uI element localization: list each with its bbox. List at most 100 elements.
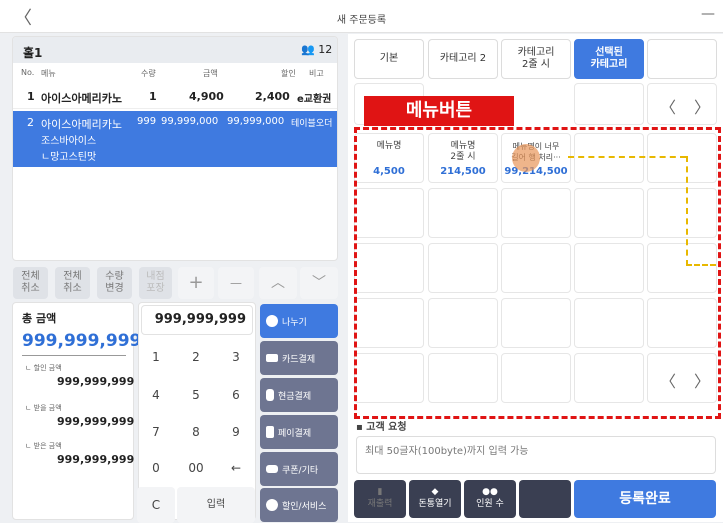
people-count-button[interactable]: ●● 인원 수	[464, 480, 516, 518]
order-list: 홀1 👥 12 No. 메뉴 수량 금액 할인 비고 1 아이스아메리카노 1 …	[12, 36, 338, 261]
menu-button[interactable]	[574, 298, 644, 348]
window-title: 새 주문등록	[336, 15, 387, 26]
menu-button[interactable]	[354, 353, 424, 403]
menu-button[interactable]: 메뉴명 2줄 시 214,500	[428, 133, 498, 183]
split-label: 나누기	[282, 317, 307, 328]
people-count-value: 12	[318, 43, 333, 56]
key-8[interactable]: 8	[177, 414, 215, 450]
key-00[interactable]: 00	[177, 450, 215, 486]
receivable-label: ㄴ 받을 금액	[25, 404, 62, 412]
menu-button[interactable]: 메뉴명이 너무 길어 행 처리··· 99,214,500	[501, 133, 571, 183]
request-input[interactable]: 최대 50글자(100byte)까지 입력 가능	[356, 436, 716, 474]
menu-button[interactable]	[354, 188, 424, 238]
menu-button[interactable]	[428, 298, 498, 348]
scroll-up-button[interactable]: ︿	[259, 267, 297, 299]
title-bar: 〈 새 주문등록 —	[0, 0, 723, 33]
discount-service-button[interactable]: 할인/서비스	[260, 488, 338, 522]
menu-button[interactable]	[574, 133, 644, 183]
register-complete-button[interactable]: 등록완료	[574, 480, 716, 518]
minimize-icon[interactable]: —	[701, 6, 715, 22]
backspace-icon[interactable]: ←	[217, 450, 255, 486]
discount-amount: 999,999,999	[57, 375, 135, 388]
menu-button[interactable]	[647, 188, 717, 238]
table-row[interactable]: 1 아이스아메리카노 1 4,900 2,400 e교환권	[13, 85, 337, 109]
amount-input[interactable]: 999,999,999	[141, 305, 253, 335]
key-4[interactable]: 4	[137, 377, 175, 413]
received-amount: 999,999,999	[57, 453, 135, 466]
col-note: 비고	[309, 69, 324, 78]
row-menu: 아이스아메리카노	[41, 118, 122, 131]
clear-button[interactable]: C	[137, 487, 175, 523]
menu-button[interactable]	[354, 298, 424, 348]
people-label: 인원 수	[476, 499, 504, 509]
plus-button[interactable]: +	[178, 267, 214, 299]
menu-button[interactable]	[647, 298, 717, 348]
tab-selected[interactable]: 선택된 카테고리	[574, 39, 644, 79]
menu-button[interactable]	[574, 353, 644, 403]
key-6[interactable]: 6	[217, 377, 255, 413]
table-name: 홀1	[23, 46, 43, 60]
minus-button[interactable]: —	[218, 267, 254, 299]
coupon-button[interactable]: 쿠폰/기타	[260, 452, 338, 486]
col-no: No.	[21, 68, 35, 77]
people-count: 👥 12	[301, 43, 332, 56]
tab-empty[interactable]	[647, 39, 717, 79]
tab-category-2-line[interactable]: 카테고리 2줄 시	[501, 39, 571, 79]
tab-basic[interactable]: 기본	[354, 39, 424, 79]
discount-label: ㄴ 할인 금액	[25, 364, 62, 372]
takeout-button[interactable]: 내점 포장	[139, 267, 172, 299]
menu-button[interactable]	[501, 188, 571, 238]
key-0[interactable]: 0	[137, 450, 175, 486]
people-icon: 👥	[301, 43, 315, 56]
menu-button[interactable]	[501, 243, 571, 293]
menu-button[interactable]	[354, 243, 424, 293]
open-drawer-button[interactable]: ◆ 돈통열기	[409, 480, 461, 518]
empty-bottom-button[interactable]	[519, 480, 571, 518]
key-2[interactable]: 2	[177, 339, 215, 375]
card-label: 카드결제	[282, 354, 316, 365]
key-7[interactable]: 7	[137, 414, 175, 450]
menu-button[interactable]	[574, 243, 644, 293]
menu-button[interactable]: 메뉴명 4,500	[354, 133, 424, 183]
category-cell[interactable]	[574, 83, 644, 125]
prev-page-icon[interactable]: 〈	[660, 94, 676, 118]
next-page-icon[interactable]: 〉	[694, 368, 710, 392]
row-discount: 2,400	[255, 90, 290, 103]
prev-page-icon[interactable]: 〈	[660, 368, 676, 392]
chat-icon: ▪	[356, 422, 367, 433]
pie-icon	[266, 315, 278, 327]
menu-button[interactable]	[501, 353, 571, 403]
pay-payment-button[interactable]: 페이결제	[260, 415, 338, 449]
menu-button[interactable]	[428, 188, 498, 238]
col-discount: 할인	[281, 69, 296, 78]
menu-button[interactable]	[501, 298, 571, 348]
key-3[interactable]: 3	[217, 339, 255, 375]
total-label: 총 금액	[22, 312, 57, 325]
enter-button[interactable]: 입력	[177, 487, 255, 523]
cancel-all-button-2[interactable]: 전체 취소	[55, 267, 90, 299]
card-payment-button[interactable]: 카드결제	[260, 341, 338, 375]
menu-button[interactable]	[428, 243, 498, 293]
row-note: 테이블오더	[291, 119, 333, 129]
row-amount: 99,999,000	[161, 116, 219, 127]
menu-button[interactable]	[428, 353, 498, 403]
key-5[interactable]: 5	[177, 377, 215, 413]
coins-icon	[266, 389, 274, 401]
menu-button[interactable]	[647, 133, 717, 183]
key-9[interactable]: 9	[217, 414, 255, 450]
cancel-all-button[interactable]: 전체 취소	[13, 267, 48, 299]
menu-button[interactable]	[574, 188, 644, 238]
scroll-down-button[interactable]: ﹀	[300, 267, 338, 299]
pay-label: 페이결제	[278, 428, 312, 439]
table-row[interactable]: 2 아이스아메리카노 조스바아이스 ㄴ망고스틴맛 999 99,999,000 …	[13, 111, 337, 167]
ticket-icon	[266, 465, 278, 473]
menu-button[interactable]	[647, 243, 717, 293]
next-page-icon[interactable]: 〉	[694, 94, 710, 118]
people-icon: ●●	[482, 487, 498, 497]
qty-change-button[interactable]: 수량 변경	[97, 267, 132, 299]
key-1[interactable]: 1	[137, 339, 175, 375]
reprint-button[interactable]: ▮ 재출력	[354, 480, 406, 518]
cash-payment-button[interactable]: 현금결제	[260, 378, 338, 412]
tab-category-2[interactable]: 카테고리 2	[428, 39, 498, 79]
split-button[interactable]: 나누기	[260, 304, 338, 338]
